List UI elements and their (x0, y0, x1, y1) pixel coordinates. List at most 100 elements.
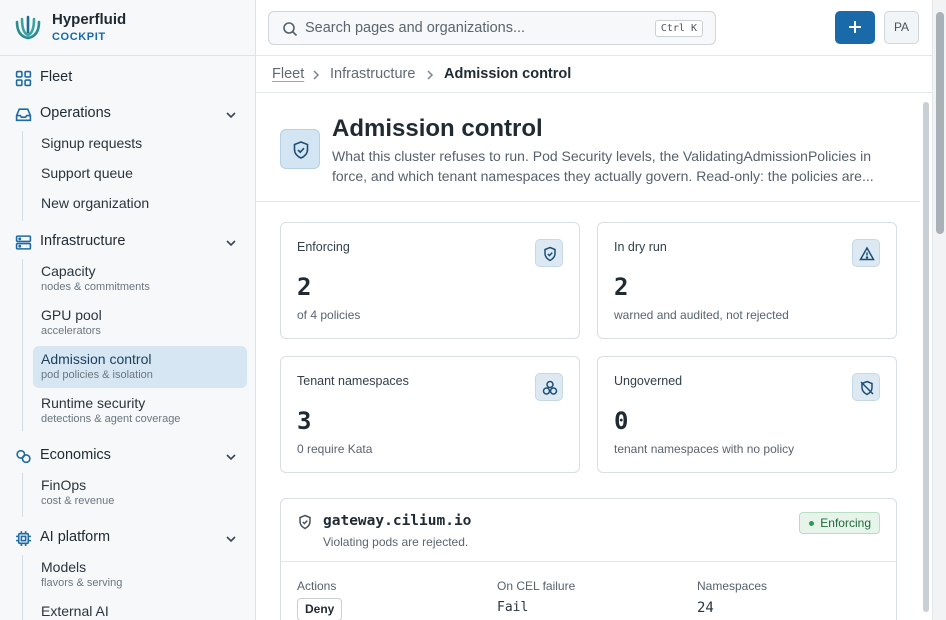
breadcrumb-fleet[interactable]: Fleet (272, 66, 304, 82)
chevron-down-icon (226, 536, 236, 543)
sidebar-item-hint: cost & revenue (41, 495, 115, 507)
stat-value: 2 (614, 273, 629, 301)
stat-value: 0 (614, 407, 629, 435)
brand[interactable]: Hyperfluid COCKPIT (0, 0, 255, 56)
stat-label: In dry run (614, 240, 667, 254)
stat-caption: warned and audited, not rejected (614, 308, 789, 322)
chevron-right-icon (427, 70, 434, 80)
sidebar-group-operations[interactable]: Operations (0, 97, 255, 131)
sidebar-item-external-ai[interactable]: External AI (33, 599, 247, 620)
policy-action-chip: Deny (297, 598, 343, 620)
sidebar-item-support-queue[interactable]: Support queue (33, 161, 247, 189)
warning-triangle-icon (859, 246, 875, 261)
server-icon (15, 235, 32, 250)
sidebar-group-infrastructure[interactable]: Infrastructure (0, 225, 255, 259)
sidebar-group-label: Infrastructure (40, 233, 126, 249)
policy-field-label: On CEL failure (497, 579, 576, 593)
create-button[interactable] (835, 11, 875, 44)
ai-platform-subnav-line (22, 555, 23, 620)
breadcrumb-infrastructure[interactable]: Infrastructure (330, 66, 415, 82)
sidebar-item-gpu-pool[interactable]: GPU pool accelerators (33, 303, 247, 345)
stat-icon (535, 373, 563, 401)
brand-subtitle: COCKPIT (52, 31, 106, 43)
sidebar: Hyperfluid COCKPIT Fleet Operations Sign… (0, 0, 256, 620)
sidebar-item-hint: accelerators (41, 325, 101, 337)
sidebar-item-admission-control[interactable]: Admission control pod policies & isolati… (33, 346, 247, 388)
sidebar-group-label: Economics (40, 447, 111, 463)
content-scrollbar[interactable] (920, 94, 932, 620)
keyboard-shortcut-hint: Ctrl K (654, 20, 703, 37)
stat-card-dry-run: In dry run 2 warned and audited, not rej… (597, 222, 897, 339)
sidebar-item-fleet[interactable]: Fleet (0, 61, 255, 95)
stat-value: 3 (297, 407, 312, 435)
chevron-right-icon (313, 70, 320, 80)
sidebar-item-hint: pod policies & isolation (41, 369, 153, 381)
policy-field-value: Fail (497, 600, 529, 615)
policy-field-label: Namespaces (697, 579, 768, 593)
policy-name: gateway.cilium.io (323, 513, 472, 529)
page-icon (280, 129, 320, 169)
breadcrumb-current: Admission control (444, 66, 572, 82)
stat-caption: 0 require Kata (297, 442, 373, 456)
stat-icon (535, 239, 563, 267)
stat-value: 2 (297, 273, 312, 301)
sidebar-item-label: GPU pool (41, 307, 102, 323)
sidebar-item-hint: flavors & serving (41, 577, 123, 589)
sidebar-item-label: Capacity (41, 263, 96, 279)
sidebar-group-label: Operations (40, 105, 111, 121)
sidebar-item-signup-requests[interactable]: Signup requests (33, 131, 247, 159)
sidebar-group-economics[interactable]: Economics (0, 439, 255, 473)
shield-check-icon (544, 246, 556, 262)
cluster-icon (542, 380, 558, 395)
sidebar-item-label: Signup requests (41, 135, 143, 151)
sidebar-item-capacity[interactable]: Capacity nodes & commitments (33, 259, 247, 301)
sidebar-item-hint: nodes & commitments (41, 281, 150, 293)
shield-off-icon (860, 380, 874, 396)
policy-divider (281, 561, 896, 562)
page-title: Admission control (332, 115, 543, 142)
policy-subtitle: Violating pods are rejected. (323, 535, 469, 549)
economics-subnav-line (22, 473, 23, 517)
sidebar-item-label: FinOps (41, 477, 87, 493)
page-description: What this cluster refuses to run. Pod Se… (332, 148, 874, 184)
user-avatar-button[interactable]: PA (884, 11, 919, 44)
search-input[interactable]: Search pages and organizations... Ctrl K (268, 11, 716, 45)
shield-check-icon (299, 514, 311, 530)
stat-label: Enforcing (297, 240, 350, 254)
cpu-icon (16, 531, 31, 546)
status-badge-label: Enforcing (820, 516, 871, 530)
plus-icon (849, 21, 861, 33)
sidebar-group-ai-platform[interactable]: AI platform (0, 521, 255, 555)
policy-card: gateway.cilium.io Violating pods are rej… (280, 498, 897, 620)
stat-card-tenant-namespaces: Tenant namespaces 3 0 require Kata (280, 356, 580, 473)
policy-field-value: 24 (697, 600, 714, 616)
sidebar-item-finops[interactable]: FinOps cost & revenue (33, 473, 247, 515)
stat-label: Tenant namespaces (297, 374, 409, 388)
search-icon (283, 22, 298, 37)
window-scrollbar[interactable] (932, 0, 946, 620)
sidebar-item-label: External AI (41, 603, 109, 619)
infrastructure-subnav-line (22, 259, 23, 431)
sidebar-item-label: Models (41, 559, 87, 575)
hyperfluid-logo-icon (15, 15, 41, 40)
window-scrollbar-thumb[interactable] (936, 12, 944, 234)
sidebar-item-label: Fleet (40, 69, 73, 85)
sidebar-item-runtime-security[interactable]: Runtime security detections & agent cove… (33, 391, 247, 433)
brand-name: Hyperfluid (52, 11, 127, 28)
stat-icon (852, 239, 880, 267)
sidebar-item-models[interactable]: Models flavors & serving (33, 555, 247, 597)
operations-subnav-line (22, 131, 23, 221)
chevron-down-icon (226, 240, 236, 247)
search-placeholder: Search pages and organizations... (305, 20, 526, 36)
content-scrollbar-thumb[interactable] (923, 102, 929, 612)
stat-card-ungoverned: Ungoverned 0 tenant namespaces with no p… (597, 356, 897, 473)
sidebar-item-new-organization[interactable]: New organization (33, 191, 247, 219)
inbox-icon (15, 108, 32, 122)
sidebar-item-label: Runtime security (41, 395, 146, 411)
breadcrumb: Fleet Infrastructure Admission control (256, 56, 932, 93)
status-badge: Enforcing (799, 512, 880, 534)
sidebar-item-label: Support queue (41, 165, 133, 181)
stat-icon (852, 373, 880, 401)
grid-icon (15, 70, 32, 87)
stat-caption: tenant namespaces with no policy (614, 442, 795, 456)
